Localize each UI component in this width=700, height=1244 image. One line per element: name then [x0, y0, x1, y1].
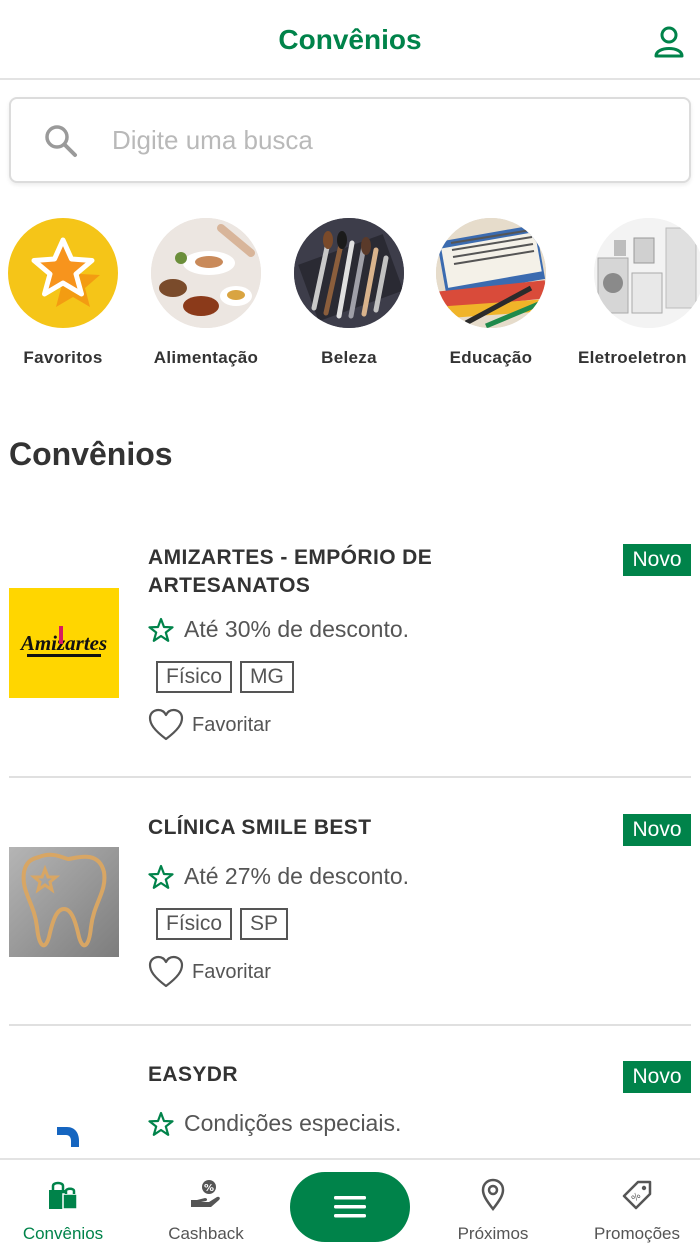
search-icon [45, 125, 77, 157]
divider [9, 776, 691, 778]
shopping-bags-icon [49, 1181, 78, 1210]
divider [9, 1024, 691, 1026]
search-bar[interactable]: Digite uma busca [9, 97, 691, 183]
category-eletroeletronicos[interactable]: Eletroeletron [578, 218, 700, 368]
favorite-button[interactable]: Favoritar [148, 955, 271, 989]
tag-state: SP [240, 908, 289, 940]
new-badge: Novo [623, 1061, 691, 1093]
partner-logo: Amizartes [9, 588, 119, 698]
search-input[interactable]: Digite uma busca [112, 125, 313, 156]
favorite-label: Favoritar [192, 960, 271, 983]
category-label: Eletroeletron [578, 348, 687, 367]
nav-cashback[interactable]: % Cashback [136, 1160, 276, 1244]
discount-text: Condições especiais. [184, 1110, 402, 1136]
star-icon [148, 617, 174, 642]
food-image [151, 218, 261, 328]
star-icon [148, 864, 174, 889]
heart-icon [148, 955, 184, 988]
partner-name[interactable]: CLÍNICA SMILE BEST [148, 814, 598, 842]
nav-promocoes[interactable]: % Promoções [567, 1160, 700, 1244]
page-title: Convênios [278, 24, 422, 55]
hand-coin-icon: % [191, 1180, 220, 1207]
favorites-star-icon [8, 218, 118, 328]
menu-icon [334, 1196, 366, 1218]
category-educacao[interactable]: Educação [416, 218, 566, 368]
price-tag-icon: % [622, 1180, 652, 1210]
discount-row: Até 30% de desconto. [148, 616, 409, 643]
location-pin-icon [481, 1178, 505, 1212]
category-carousel[interactable]: Favoritos Alimentação Beleza Educação El… [0, 214, 700, 374]
user-icon[interactable] [652, 24, 686, 58]
new-badge: Novo [623, 544, 691, 576]
category-label: Beleza [321, 348, 377, 367]
nav-label: Cashback [168, 1224, 244, 1243]
tag-list: Físico SP [156, 908, 289, 940]
appliances-image [594, 218, 700, 328]
partner-name[interactable]: AMIZARTES - EMPÓRIO DE ARTESANATOS [148, 544, 598, 600]
app-header: Convênios [0, 0, 700, 80]
new-badge: Novo [623, 814, 691, 846]
category-favoritos[interactable]: Favoritos [0, 218, 138, 368]
category-label: Educação [449, 348, 533, 367]
partner-logo [9, 1107, 119, 1158]
tag-list: Físico MG [156, 661, 294, 693]
discount-text: Até 30% de desconto. [184, 616, 410, 642]
nav-label: Próximos [457, 1224, 529, 1243]
section-title: Convênios [9, 436, 173, 472]
partner-card[interactable]: CLÍNICA SMILE BEST Novo Até 27% de desco… [0, 800, 700, 1026]
nav-proximos[interactable]: Próximos [423, 1160, 563, 1244]
svg-text:%: % [204, 1183, 214, 1194]
heart-icon [148, 708, 184, 741]
partner-card[interactable]: EASYDR Novo Condições especiais. [0, 1047, 700, 1158]
nav-convenios[interactable]: Convênios [0, 1160, 133, 1244]
category-alimentacao[interactable]: Alimentação [131, 218, 281, 368]
nav-label: Promoções [594, 1224, 680, 1243]
tag-type: Físico [156, 661, 233, 693]
tag-state: MG [240, 661, 294, 693]
partner-card[interactable]: Amizartes AMIZARTES - EMPÓRIO DE ARTESAN… [0, 530, 700, 778]
category-label: Alimentação [153, 348, 259, 367]
tag-type: Físico [156, 908, 233, 940]
makeup-brushes-image [294, 218, 404, 328]
partner-logo [9, 847, 119, 957]
star-icon [148, 1111, 174, 1136]
favorite-label: Favoritar [192, 713, 271, 736]
discount-row: Até 27% de desconto. [148, 863, 409, 890]
bottom-navigation: Convênios % Cashback Próximos % Promoçõe… [0, 1158, 700, 1244]
category-beleza[interactable]: Beleza [274, 218, 424, 368]
nav-label: Convênios [22, 1224, 104, 1243]
category-label: Favoritos [23, 348, 103, 367]
partner-name[interactable]: EASYDR [148, 1061, 598, 1089]
school-supplies-image [436, 218, 546, 328]
discount-row: Condições especiais. [148, 1110, 401, 1137]
menu-button[interactable] [290, 1172, 410, 1242]
discount-text: Até 27% de desconto. [184, 863, 410, 889]
favorite-button[interactable]: Favoritar [148, 708, 271, 742]
